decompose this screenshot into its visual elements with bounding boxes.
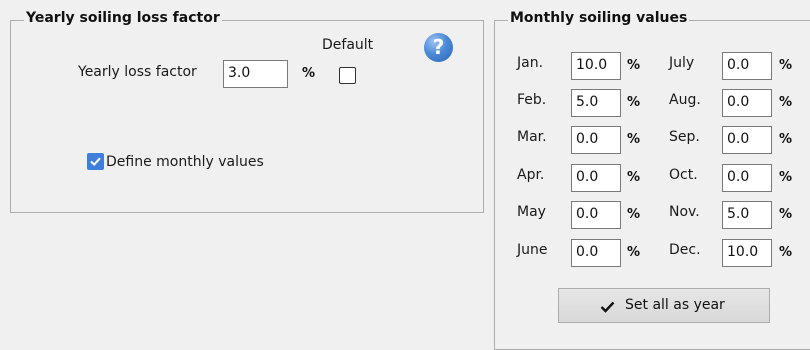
month-value-input[interactable]: 0.0	[571, 164, 621, 192]
month-value-input[interactable]: 10.0	[722, 239, 772, 267]
yearly-group-legend: Yearly soiling loss factor	[24, 10, 222, 26]
month-percent-unit: %	[627, 170, 641, 185]
set-all-as-year-label: Set all as year	[625, 297, 725, 313]
month-label: Dec.	[669, 242, 701, 258]
month-label: Aug.	[669, 92, 701, 108]
month-percent-unit: %	[779, 58, 793, 73]
month-label: July	[669, 55, 695, 71]
month-label: Nov.	[669, 204, 700, 220]
month-label: Apr.	[517, 167, 545, 183]
month-percent-unit: %	[779, 207, 793, 222]
yearly-group	[10, 20, 484, 213]
month-percent-unit: %	[779, 132, 793, 147]
month-label: June	[517, 242, 548, 258]
month-label: Mar.	[517, 129, 547, 145]
month-value-input[interactable]: 0.0	[722, 164, 772, 192]
help-icon[interactable]: ?	[424, 33, 453, 62]
month-label: Feb.	[517, 92, 547, 108]
monthly-group-legend: Monthly soiling values	[508, 10, 690, 26]
month-percent-unit: %	[627, 95, 641, 110]
month-label: Oct.	[669, 167, 698, 183]
month-value-input[interactable]: 5.0	[722, 201, 772, 229]
define-monthly-label[interactable]: Define monthly values	[106, 154, 264, 170]
checkmark-icon	[90, 157, 101, 167]
yearly-loss-factor-label: Yearly loss factor	[78, 64, 197, 80]
default-checkbox[interactable]	[339, 67, 356, 84]
default-label: Default	[322, 37, 374, 53]
yearly-percent-unit: %	[302, 66, 316, 81]
month-value-input[interactable]: 0.0	[571, 201, 621, 229]
month-percent-unit: %	[627, 245, 641, 260]
month-value-input[interactable]: 0.0	[722, 126, 772, 154]
month-percent-unit: %	[627, 58, 641, 73]
yearly-loss-factor-input[interactable]: 3.0	[223, 60, 288, 88]
month-value-input[interactable]: 0.0	[571, 126, 621, 154]
month-value-input[interactable]: 0.0	[722, 89, 772, 117]
month-label: May	[517, 204, 546, 220]
month-value-input[interactable]: 5.0	[571, 89, 621, 117]
month-percent-unit: %	[779, 245, 793, 260]
month-percent-unit: %	[627, 207, 641, 222]
month-value-input[interactable]: 10.0	[571, 52, 621, 80]
month-percent-unit: %	[627, 132, 641, 147]
month-value-input[interactable]: 0.0	[571, 239, 621, 267]
checkmark-icon	[600, 301, 615, 313]
set-all-as-year-button[interactable]: Set all as year	[558, 288, 770, 323]
month-percent-unit: %	[779, 95, 793, 110]
month-percent-unit: %	[779, 170, 793, 185]
month-label: Sep.	[669, 129, 700, 145]
month-value-input[interactable]: 0.0	[722, 52, 772, 80]
define-monthly-checkbox[interactable]	[87, 153, 104, 170]
month-label: Jan.	[517, 55, 544, 71]
